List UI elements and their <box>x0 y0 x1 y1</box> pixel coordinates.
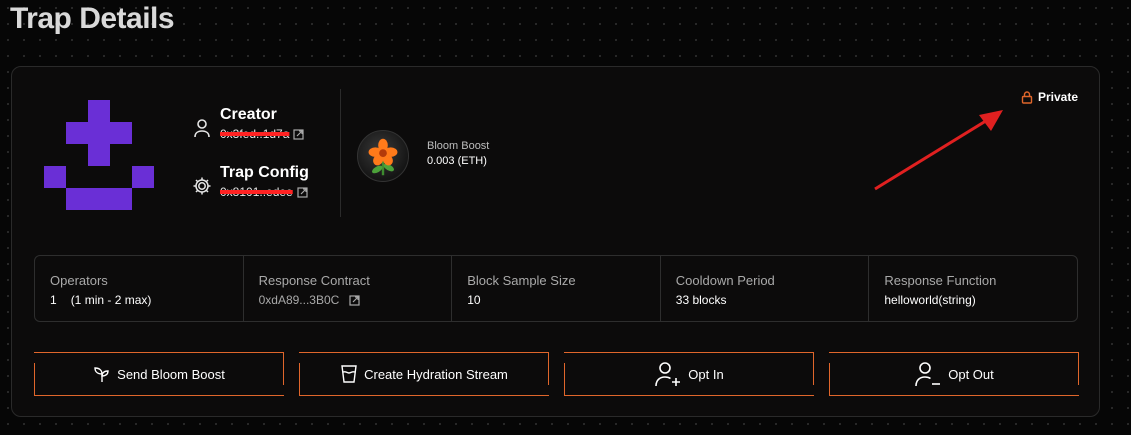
creator-section: Creator 0x3fed..1d7a <box>192 105 305 141</box>
external-link-icon <box>297 186 308 198</box>
create-hydration-stream-button[interactable]: Create Hydration Stream <box>299 352 549 396</box>
creator-address-link[interactable]: 0x3fed..1d7a <box>220 127 305 141</box>
response-function-value: helloworld(string) <box>884 293 976 307</box>
cooldown-period-cell: Cooldown Period 33 blocks <box>661 256 870 321</box>
visibility-label: Private <box>1038 90 1079 104</box>
page-title: Trap Details <box>10 2 175 35</box>
block-sample-size-label: Block Sample Size <box>467 273 576 288</box>
gear-icon <box>193 177 211 195</box>
send-bloom-boost-button[interactable]: Send Bloom Boost <box>34 352 284 396</box>
sprout-icon <box>94 367 109 382</box>
creator-address: 0x3fed..1d7a <box>220 127 290 141</box>
block-sample-size-value: 10 <box>467 293 481 307</box>
trap-details-card: Creator 0x3fed..1d7a Trap Config 0x8101.… <box>11 66 1100 417</box>
bloom-boost-avatar <box>357 130 409 182</box>
bloom-boost-value: 0.003 (ETH) <box>427 155 487 167</box>
send-bloom-boost-label: Send Bloom Boost <box>117 366 225 382</box>
trap-config-label: Trap Config <box>220 164 309 181</box>
trap-config-address-link[interactable]: 0x8101..edee <box>220 185 309 199</box>
lock-icon <box>1021 90 1033 104</box>
trap-info-grid: Operators 1 (1 min - 2 max) Response Con… <box>34 255 1078 322</box>
create-hydration-stream-label: Create Hydration Stream <box>364 366 508 382</box>
response-contract-label: Response Contract <box>258 273 370 288</box>
external-link-icon <box>293 128 305 140</box>
opt-out-button[interactable]: Opt Out <box>829 352 1079 396</box>
response-contract-cell: Response Contract 0xdA89...3B0C <box>244 256 453 321</box>
response-function-label: Response Function <box>884 273 997 288</box>
operators-label: Operators <box>50 273 108 288</box>
visibility-badge: Private <box>1021 90 1078 104</box>
bloom-boost-label: Bloom Boost <box>427 140 490 152</box>
block-sample-size-cell: Block Sample Size 10 <box>452 256 661 321</box>
action-buttons: Send Bloom Boost Create Hydration Stream… <box>34 352 1080 396</box>
operators-range: (1 min - 2 max) <box>70 293 152 307</box>
trap-config-address: 0x8101..edee <box>220 185 293 199</box>
cooldown-period-value: 33 blocks <box>675 293 727 307</box>
opt-in-button[interactable]: Opt In <box>564 352 814 396</box>
user-minus-icon <box>915 362 941 387</box>
flower-icon <box>368 138 398 176</box>
operators-value: 1 (1 min - 2 max) <box>50 293 243 307</box>
user-icon <box>194 119 210 138</box>
opt-out-label: Opt Out <box>948 366 994 382</box>
creator-label: Creator <box>220 106 277 123</box>
response-contract-link[interactable]: 0xdA89...3B0C <box>259 293 452 307</box>
response-contract-address: 0xdA89...3B0C <box>258 293 340 307</box>
vertical-divider <box>340 89 341 217</box>
response-function-cell: Response Function helloworld(string) <box>869 256 1077 321</box>
annotation-arrow <box>874 110 1003 191</box>
opt-in-label: Opt In <box>688 366 724 382</box>
cooldown-period-label: Cooldown Period <box>675 273 775 288</box>
glass-icon <box>341 365 357 383</box>
trap-avatar <box>44 100 154 210</box>
operators-count: 1 <box>50 293 57 307</box>
operators-cell: Operators 1 (1 min - 2 max) <box>35 256 244 321</box>
external-link-icon <box>349 294 360 306</box>
user-plus-icon <box>655 362 681 387</box>
trap-config-section: Trap Config 0x8101..edee <box>192 163 309 199</box>
